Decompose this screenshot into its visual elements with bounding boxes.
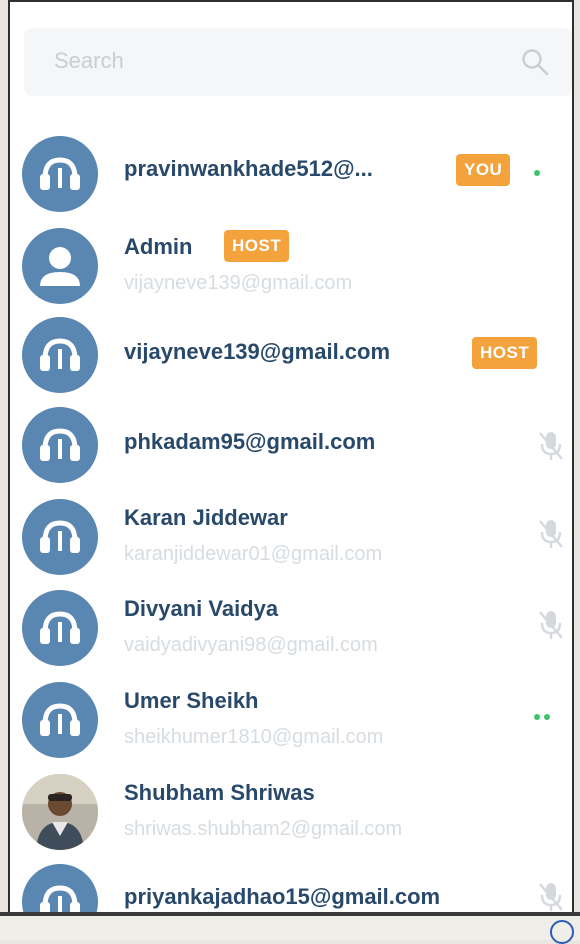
audio-activity-dot [544,714,550,720]
search-bar[interactable]: Search [24,28,572,96]
search-placeholder: Search [54,48,124,73]
participant-row[interactable]: Divyani Vaidya vaidyadivyani98@gmail.com [10,590,572,680]
mic-muted-icon[interactable] [536,880,566,912]
headset-avatar-icon [22,136,98,212]
mic-muted-icon[interactable] [536,517,566,551]
participant-email: vijayneve139@gmail.com [124,272,353,294]
participant-row[interactable]: phkadam95@gmail.com [10,407,572,497]
participant-email: karanjiddewar01@gmail.com [124,543,383,565]
participant-name: Karan Jiddewar [124,505,288,530]
headset-avatar-icon [22,499,98,575]
mic-muted-icon[interactable] [536,429,566,463]
headset-avatar-icon [22,682,98,758]
participant-row[interactable]: Karan Jiddewar karanjiddewar01@gmail.com [10,499,572,589]
headset-avatar-icon [22,864,98,912]
participant-row[interactable]: pravinwankhade512@... YOU [10,136,572,226]
headset-avatar-icon [22,590,98,666]
participant-row[interactable]: Shubham Shriwas shriwas.shubham2@gmail.c… [10,774,572,864]
online-indicator [534,170,540,176]
participant-email: vaidyadivyani98@gmail.com [124,634,378,656]
bottom-edge [0,912,580,940]
search-icon[interactable] [520,47,550,77]
participant-name: Admin [124,234,193,259]
participant-row[interactable]: priyankajadhao15@gmail.com [10,864,572,912]
participant-email: shriwas.shubham2@gmail.com [124,818,403,840]
circle-icon[interactable] [550,920,574,944]
participant-name: Umer Sheikh [124,688,259,713]
participant-row[interactable]: vijayneve139@gmail.com HOST [10,317,572,407]
participant-email: sheikhumer1810@gmail.com [124,726,384,748]
participant-name: Shubham Shriwas [124,780,315,805]
host-badge: HOST [224,230,290,262]
headset-avatar-icon [22,407,98,483]
participants-panel: Search pravinwankhade512@... YOU Admin H… [8,0,574,912]
host-badge: HOST [472,337,538,369]
person-avatar-icon [22,228,98,304]
participant-row[interactable]: Umer Sheikh sheikhumer1810@gmail.com [10,682,572,772]
participant-name: phkadam95@gmail.com [124,429,376,454]
participant-name: priyankajadhao15@gmail.com [124,884,441,909]
participant-name: pravinwankhade512@... [124,156,373,181]
headset-avatar-icon [22,317,98,393]
audio-activity-dot [534,714,540,720]
you-badge: YOU [456,154,511,186]
participant-name: Divyani Vaidya [124,596,279,621]
profile-photo-avatar [22,774,98,850]
participant-row[interactable]: Admin HOST vijayneve139@gmail.com [10,228,572,318]
participant-name: vijayneve139@gmail.com [124,339,391,364]
mic-muted-icon[interactable] [536,608,566,642]
